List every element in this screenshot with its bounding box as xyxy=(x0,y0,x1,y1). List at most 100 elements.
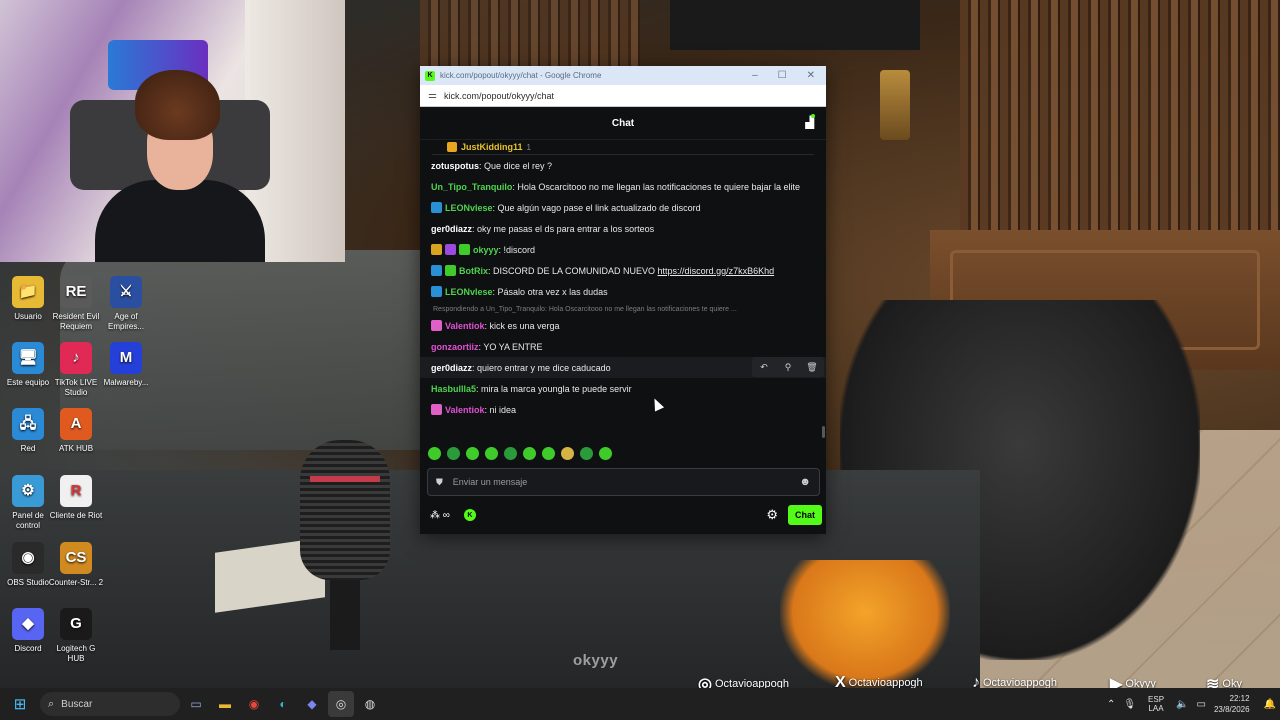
chat-input-placeholder[interactable]: Enviar un mensaje xyxy=(453,477,528,487)
speaker-icon[interactable]: 🔈 xyxy=(1176,699,1188,710)
chat-username[interactable]: zotuspotus xyxy=(431,161,479,171)
emoji-icon[interactable]: ☻ xyxy=(799,476,811,488)
chat-username[interactable]: LEONvlese xyxy=(445,203,493,213)
chevron-up-icon[interactable]: ⌃ xyxy=(1107,699,1115,710)
pinned-user[interactable]: JustKidding11 xyxy=(461,142,523,152)
emote-bar[interactable] xyxy=(428,447,612,460)
chat-message[interactable]: LEONvlese: Que algún vago pase el link a… xyxy=(431,197,815,218)
badge-icon[interactable] xyxy=(431,201,442,213)
url-text[interactable]: kick.com/popout/okyyy/chat xyxy=(444,91,554,101)
task-view-icon[interactable]: ▭ xyxy=(183,691,209,717)
badge-icon[interactable] xyxy=(431,403,442,415)
chat-message[interactable]: LEONvlese: Pásalo otra vez x las dudas xyxy=(431,281,815,302)
clock[interactable]: 22:12 23/8/2026 xyxy=(1214,693,1250,715)
desktop-icon[interactable]: ⚔ Age of Empires... xyxy=(98,276,154,332)
chat-username[interactable]: Valentiok xyxy=(445,405,485,415)
site-info-icon[interactable]: ⚌ xyxy=(428,90,437,101)
chat-username[interactable]: ger0diazz xyxy=(431,363,472,373)
streamer xyxy=(95,60,265,262)
chat-input[interactable]: ⛊ Enviar un mensaje ☻ xyxy=(427,468,820,496)
emote-icon[interactable] xyxy=(523,447,536,460)
taskbar-search[interactable]: ⌕ Buscar xyxy=(40,692,180,716)
badge-icon[interactable] xyxy=(431,285,442,297)
edge-icon[interactable]: ◐ xyxy=(270,691,296,717)
chrome-popup-window[interactable]: K kick.com/popout/okyyy/chat - Google Ch… xyxy=(420,66,826,534)
chat-message[interactable]: gonzaortiiz: YO YA ENTRE xyxy=(431,336,815,357)
reply-icon[interactable]: ↶ xyxy=(752,357,776,377)
emote-icon[interactable] xyxy=(580,447,593,460)
file-explorer-icon[interactable]: ▬ xyxy=(212,691,238,717)
desktop-icon[interactable]: A ATK HUB xyxy=(48,408,104,454)
channel-points-icon[interactable]: ⁂ ∞ xyxy=(430,510,450,521)
chat-username[interactable]: Un_Tipo_Tranquilo xyxy=(431,182,512,192)
badge-icon[interactable] xyxy=(431,319,442,331)
emote-icon[interactable] xyxy=(504,447,517,460)
chrome-icon[interactable]: ◉ xyxy=(241,691,267,717)
badge-icon[interactable] xyxy=(431,264,442,276)
chat-username[interactable]: Hasbullla5 xyxy=(431,384,476,394)
chat-username[interactable]: okyyy xyxy=(473,245,499,255)
emote-icon[interactable] xyxy=(485,447,498,460)
emote-icon[interactable] xyxy=(466,447,479,460)
search-icon: ⌕ xyxy=(48,697,55,710)
chat-message[interactable]: okyyy: !discord xyxy=(431,239,815,260)
bookshelf-right xyxy=(960,0,1280,250)
desktop-icon[interactable]: ♪ TikTok LIVE Studio xyxy=(48,342,104,398)
app-icon[interactable]: ◍ xyxy=(357,691,383,717)
kick-icon[interactable]: K xyxy=(463,509,476,521)
chat-message[interactable]: zotuspotus: Que dice el rey ? xyxy=(431,155,815,176)
desktop-app-icon: ◆ xyxy=(12,608,44,640)
send-chat-button[interactable]: Chat xyxy=(788,505,822,525)
desktop-app-icon: A xyxy=(60,408,92,440)
desktop-icon[interactable]: G Logitech G HUB xyxy=(48,608,104,664)
delete-icon[interactable]: 🗑 xyxy=(800,357,824,377)
chat-message[interactable]: BotRix: DISCORD DE LA COMUNIDAD NUEVO ht… xyxy=(431,260,815,281)
chat-messages[interactable]: zotuspotus: Que dice el rey ? Un_Tipo_Tra… xyxy=(420,155,826,420)
pin-icon[interactable]: ⚲ xyxy=(776,357,800,377)
badge-icon[interactable] xyxy=(445,243,456,255)
chat-username[interactable]: gonzaortiiz xyxy=(431,342,479,352)
address-bar[interactable]: ⚌ kick.com/popout/okyyy/chat xyxy=(420,85,826,107)
badge-icon[interactable] xyxy=(445,264,456,276)
chat-message[interactable]: ger0diazz: oky me pasas el ds para entra… xyxy=(431,218,815,239)
chat-message[interactable]: ger0diazz: quiero entrar y me dice caduc… xyxy=(420,357,826,378)
emote-icon[interactable] xyxy=(542,447,555,460)
chat-username[interactable]: Valentiok xyxy=(445,321,485,331)
desktop-icon[interactable]: RE Resident Evil Requiem xyxy=(48,276,104,332)
chat-message[interactable]: Hasbullla5: mira la marca youngla te pue… xyxy=(431,378,815,399)
minimize-icon[interactable]: – xyxy=(752,70,758,81)
chat-username[interactable]: LEONvlese xyxy=(445,287,493,297)
discord-icon[interactable]: ◆ xyxy=(299,691,325,717)
chat-message[interactable]: Valentiok: kick es una verga xyxy=(431,315,815,336)
close-icon[interactable]: ✕ xyxy=(807,70,815,81)
title-bar[interactable]: K kick.com/popout/okyyy/chat - Google Ch… xyxy=(420,66,826,85)
desktop-icon[interactable]: CS Counter-Str... 2 xyxy=(48,542,104,588)
emote-icon[interactable] xyxy=(599,447,612,460)
maximize-icon[interactable]: ☐ xyxy=(778,70,787,81)
language-indicator[interactable]: ESP LAA xyxy=(1148,695,1164,713)
notification-icon[interactable]: 🔔 xyxy=(1264,699,1276,710)
emote-icon[interactable] xyxy=(428,447,441,460)
battery-icon[interactable]: ▭ xyxy=(1197,699,1206,710)
chat-link[interactable]: https://discord.gg/z7kxB6Khd xyxy=(658,266,775,276)
chat-scrollbar[interactable] xyxy=(822,426,825,438)
chat-username[interactable]: ger0diazz xyxy=(431,224,472,234)
reply-context[interactable]: Respondiendo a Un_Tipo_Tranquilo: Hola O… xyxy=(431,302,815,315)
chat-username[interactable]: BotRix xyxy=(459,266,488,276)
shield-icon[interactable]: ⛊ xyxy=(436,477,443,488)
microphone-icon[interactable]: 🎙 xyxy=(1123,699,1136,710)
chat-message[interactable]: Valentiok: ni idea xyxy=(431,399,815,420)
desktop-icon[interactable]: R Cliente de Riot xyxy=(48,475,104,521)
obs-icon[interactable]: ◎ xyxy=(328,691,354,717)
chat-message[interactable]: Un_Tipo_Tranquilo: Hola Oscarcitooo no m… xyxy=(431,176,815,197)
pinned-gifter[interactable]: JustKidding11 1 xyxy=(420,140,826,154)
badge-icon[interactable] xyxy=(459,243,470,255)
clock-time: 22:12 xyxy=(1229,694,1250,703)
emote-icon[interactable] xyxy=(447,447,460,460)
gear-icon[interactable]: ⚙ xyxy=(766,507,778,523)
badge-icon[interactable] xyxy=(431,243,442,255)
emote-icon[interactable] xyxy=(561,447,574,460)
search-placeholder[interactable]: Buscar xyxy=(61,699,92,710)
windows-start-icon[interactable]: ⊞ xyxy=(0,695,40,713)
desktop-icon[interactable]: M Malwareby... xyxy=(98,342,154,388)
